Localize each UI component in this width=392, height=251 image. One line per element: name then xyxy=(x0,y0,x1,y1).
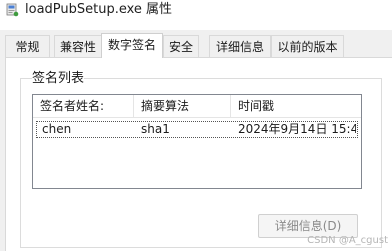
column-header-timestamp[interactable]: 时间戳 xyxy=(231,95,361,117)
signature-list[interactable]: 签名者姓名: 摘要算法 时间戳 chen sha1 2024年9月14日 15:… xyxy=(32,94,362,189)
signer-name-cell: chen xyxy=(42,122,72,136)
tab-security[interactable]: 安全 xyxy=(163,35,199,57)
algorithm-cell: sha1 xyxy=(141,122,170,136)
tab-general[interactable]: 常规 xyxy=(5,35,50,57)
timestamp-cell: 2024年9月14日 15:4... xyxy=(238,122,356,136)
list-header: 签名者姓名: 摘要算法 时间戳 xyxy=(33,95,361,118)
tab-compatibility[interactable]: 兼容性 xyxy=(54,35,102,57)
properties-dialog: loadPubSetup.exe 属性 常规 兼容性 数字签名 安全 详细信息 … xyxy=(0,0,392,251)
tab-previous-versions[interactable]: 以前的版本 xyxy=(271,35,344,57)
tab-details[interactable]: 详细信息 xyxy=(209,35,271,57)
signature-list-label: 签名列表 xyxy=(32,71,85,87)
watermark-text: CSDN @A_cgust xyxy=(307,235,388,246)
title-bar[interactable]: loadPubSetup.exe 属性 xyxy=(0,0,392,30)
window-title: loadPubSetup.exe 属性 xyxy=(25,2,173,17)
installer-icon xyxy=(6,3,19,17)
tab-digital-signatures[interactable]: 数字签名 xyxy=(101,33,163,58)
column-header-digest-algorithm[interactable]: 摘要算法 xyxy=(134,95,231,117)
column-header-signer-name[interactable]: 签名者姓名: xyxy=(33,95,134,117)
table-row[interactable]: chen sha1 2024年9月14日 15:4... xyxy=(36,121,358,138)
